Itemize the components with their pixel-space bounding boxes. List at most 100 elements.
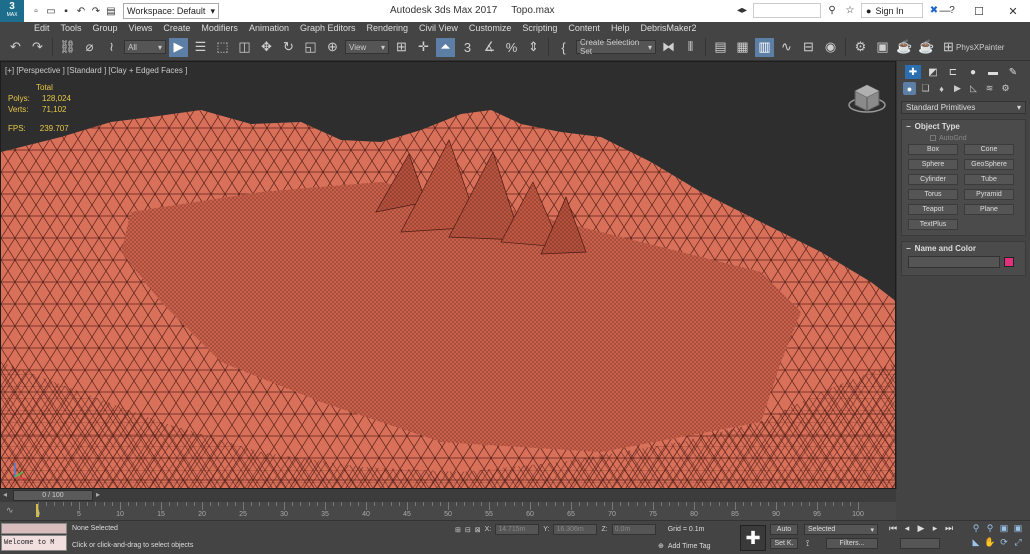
set-key-mode-button[interactable]: Set K. (770, 538, 798, 549)
maximize-viewport-icon[interactable]: ⤢ (1012, 537, 1024, 548)
save-icon[interactable]: ▪ (60, 5, 72, 17)
rotate-icon[interactable]: ↻ (279, 38, 298, 57)
object-name-input[interactable] (908, 256, 1000, 268)
bind-spacewarp-icon[interactable]: ≀ (102, 38, 121, 57)
geosphere-button[interactable]: GeoSphere (964, 159, 1014, 170)
ribbon-toggle-icon[interactable]: ▥ (755, 37, 774, 57)
render-setup-icon[interactable]: ⚙ (851, 38, 870, 57)
menu-help[interactable]: Help (611, 23, 630, 33)
sphere-button[interactable]: Sphere (908, 159, 958, 170)
menu-graph-editors[interactable]: Graph Editors (300, 23, 356, 33)
workspace-dropdown[interactable]: Workspace: Default ▾ (123, 3, 219, 19)
menu-debrismaker[interactable]: DebrisMaker2 (640, 23, 696, 33)
menu-create[interactable]: Create (163, 23, 190, 33)
menu-customize[interactable]: Customize (469, 23, 512, 33)
x-coordinate-field[interactable]: 14.715m (495, 524, 540, 535)
link-icon[interactable]: ⛓ (58, 38, 77, 57)
helpers-icon[interactable]: ◺ (967, 82, 980, 95)
teapot-button[interactable]: Teapot (908, 204, 958, 215)
named-selection-set-dropdown[interactable]: Create Selection Set ▾ (576, 38, 656, 56)
scale-icon[interactable]: ◱ (301, 38, 320, 57)
current-frame-field[interactable] (900, 538, 940, 549)
geometry-icon[interactable]: ● (903, 82, 916, 95)
pan-icon[interactable]: ✋ (984, 537, 996, 548)
hierarchy-tab-icon[interactable]: ⊏ (945, 65, 961, 79)
move-icon[interactable]: ✥ (257, 38, 276, 57)
new-file-icon[interactable]: ▫ (30, 5, 42, 17)
name-and-color-header[interactable]: − Name and Color (902, 242, 1025, 254)
physx-painter-tab[interactable]: PhysXPainter (956, 40, 1006, 54)
open-folder-icon[interactable]: ▭ (45, 5, 57, 17)
orbit-icon[interactable]: ⟳ (998, 537, 1010, 548)
menu-edit[interactable]: Edit (34, 23, 50, 33)
next-key-icon[interactable]: ▸ (930, 523, 940, 534)
undo-icon[interactable]: ↶ (6, 38, 25, 57)
key-filter-dropdown[interactable]: Selected ▾ (804, 524, 878, 535)
lights-icon[interactable]: ♦ (935, 82, 948, 95)
zoom-extents-all-icon[interactable]: ▣ (1012, 523, 1024, 534)
lock-selection-icon[interactable]: ⊟ (465, 526, 471, 534)
unlink-icon[interactable]: ⌀ (80, 38, 99, 57)
mini-curve-editor-icon[interactable]: ∿ (6, 505, 14, 516)
snaps-toggle-icon[interactable]: 3 (458, 38, 477, 57)
primitive-type-dropdown[interactable]: Standard Primitives ▾ (901, 101, 1026, 114)
project-folder-icon[interactable]: ▤ (105, 5, 117, 17)
time-slider-handle[interactable]: 0 / 100 (13, 490, 93, 501)
render-production-icon[interactable]: ☕ (895, 38, 914, 57)
select-by-name-icon[interactable]: ☰ (191, 38, 210, 57)
zoom-extents-icon[interactable]: ▣ (998, 523, 1010, 534)
close-icon[interactable]: ✕ (996, 0, 1030, 22)
curve-editor-icon[interactable]: ∿ (777, 38, 796, 57)
layer-explorer-icon[interactable]: ▦ (733, 38, 752, 57)
viewport-label-menu[interactable]: [+] [Perspective ] [Standard ] [Clay + E… (5, 66, 187, 75)
add-time-tag[interactable]: ⊕ Add Time Tag (658, 542, 711, 551)
cylinder-button[interactable]: Cylinder (908, 174, 958, 185)
mirror-icon[interactable]: ⧓ (659, 38, 678, 57)
textplus-button[interactable]: TextPlus (908, 219, 958, 230)
z-coordinate-field[interactable]: 0.0m (611, 524, 656, 535)
absolute-mode-icon[interactable]: ⊠ (475, 526, 481, 534)
field-of-view-icon[interactable]: ◣ (970, 537, 982, 548)
redo-icon[interactable]: ↷ (28, 38, 47, 57)
object-type-header[interactable]: − Object Type (902, 120, 1025, 132)
previous-frame-icon[interactable]: ◂ (3, 490, 7, 499)
go-to-end-icon[interactable]: ⏭ (944, 523, 954, 534)
reference-coordinate-dropdown[interactable]: View ▾ (345, 40, 389, 54)
menu-scripting[interactable]: Scripting (522, 23, 557, 33)
spinner-snap-icon[interactable]: ⇕ (524, 38, 543, 57)
pyramid-button[interactable]: Pyramid (964, 189, 1014, 200)
previous-key-icon[interactable]: ◂ (902, 523, 912, 534)
perspective-viewport[interactable]: [+] [Perspective ] [Standard ] [Clay + E… (0, 61, 896, 489)
selection-filter-dropdown[interactable]: All ▾ (124, 40, 166, 54)
select-manipulate-icon[interactable]: ✛ (414, 38, 433, 57)
infocenter-search-input[interactable] (753, 3, 821, 18)
star-icon[interactable]: ☆ (843, 4, 857, 18)
menu-animation[interactable]: Animation (249, 23, 289, 33)
tube-button[interactable]: Tube (964, 174, 1014, 185)
menu-tools[interactable]: Tools (61, 23, 82, 33)
isolate-selection-icon[interactable]: ⊞ (455, 526, 461, 534)
render-iterative-icon[interactable]: ☕ (917, 38, 936, 57)
keyboard-shortcut-override-icon[interactable]: ⏶ (436, 37, 455, 57)
menu-modifiers[interactable]: Modifiers (201, 23, 238, 33)
torus-button[interactable]: Torus (908, 189, 958, 200)
search-arrows-icon[interactable]: ◂▸ (735, 4, 749, 18)
display-tab-icon[interactable]: ▬ (985, 65, 1001, 79)
placement-icon[interactable]: ⊕ (323, 38, 342, 57)
schematic-view-icon[interactable]: ⊟ (799, 38, 818, 57)
minimize-icon[interactable]: — (928, 0, 962, 22)
autogrid-checkbox[interactable]: AutoGrid (902, 132, 1025, 144)
set-key-icon[interactable]: ✚ (740, 525, 766, 551)
binoculars-icon[interactable]: ⚲ (825, 4, 839, 18)
plane-button[interactable]: Plane (964, 204, 1014, 215)
time-slider[interactable]: ◂ 0 / 100 ▸ (0, 489, 896, 502)
track-bar[interactable]: ∿ 0 5 10 15 20 25 30 35 40 45 50 55 60 65 70 75 80 85 90 95… (0, 502, 896, 520)
go-to-start-icon[interactable]: ⏮ (888, 523, 898, 534)
auto-key-button[interactable]: Auto (770, 524, 798, 535)
maxscript-output[interactable]: Welcome to M (1, 535, 67, 551)
key-filters-button[interactable]: Filters... (826, 538, 878, 549)
modify-tab-icon[interactable]: ◩ (925, 65, 941, 79)
redo-icon[interactable]: ↷ (90, 5, 102, 17)
window-crossing-icon[interactable]: ◫ (235, 38, 254, 57)
maximize-icon[interactable]: ☐ (962, 0, 996, 22)
